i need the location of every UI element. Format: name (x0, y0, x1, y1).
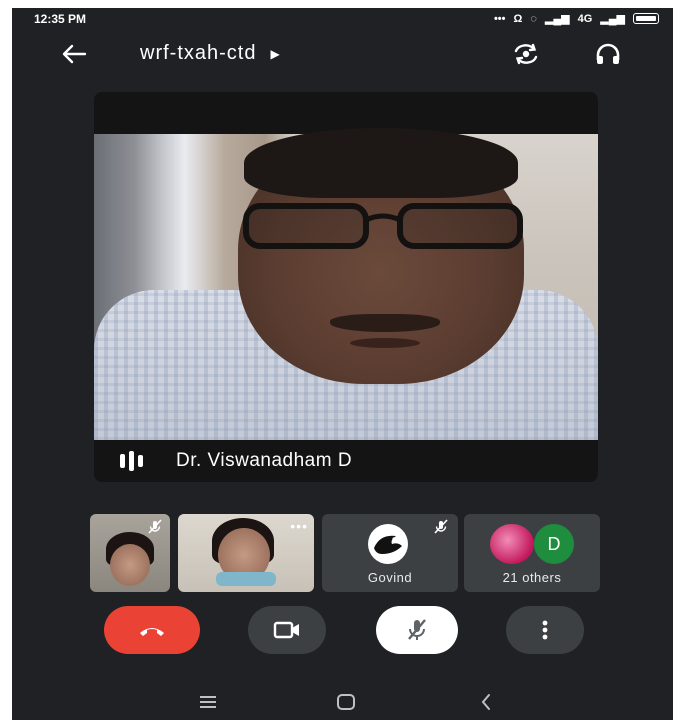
menu-icon (200, 696, 216, 708)
nav-back-button[interactable] (468, 690, 504, 714)
back-chevron-icon (481, 694, 490, 710)
avatar (368, 524, 408, 564)
meeting-title-button[interactable]: wrf-txah-ctd ▶ (140, 42, 281, 65)
speaker-video (94, 128, 598, 440)
audio-bars-icon (120, 451, 150, 471)
participant-mask (216, 572, 276, 586)
speaker-hair (244, 128, 518, 198)
video-camera-icon (273, 621, 299, 639)
participant-face (110, 544, 150, 586)
more-notifications-icon: ••• (493, 12, 506, 25)
alarm-icon: ◌ (530, 12, 537, 25)
speaker-name: Dr. Viswanadham D (176, 450, 353, 471)
participant-name: Govind (367, 570, 413, 585)
speaker-label-bar: Dr. Viswanadham D (94, 440, 598, 482)
participant-tile-2[interactable]: ••• (178, 514, 314, 592)
avatar-letter: D (534, 524, 574, 564)
mic-off-icon (408, 619, 426, 640)
main-video-tile[interactable]: Dr. Viswanadham D (94, 92, 598, 482)
more-vertical-icon (542, 620, 548, 640)
arrow-left-icon (62, 44, 87, 64)
participant-tile-1[interactable] (90, 514, 170, 592)
participant-tile-others[interactable]: D 21 others (464, 514, 600, 592)
participant-tile-govind[interactable]: Govind (322, 514, 458, 592)
meeting-code: wrf-txah-ctd (140, 42, 257, 64)
signal-icon-2: ▂▄▆ (600, 13, 625, 25)
mic-toggle-button[interactable] (376, 606, 458, 654)
headphones-icon (596, 43, 620, 64)
others-count: 21 others (502, 570, 562, 585)
group-avatar (490, 524, 534, 564)
status-icons: ••• Ω ◌ ▂▄▆ 4G ▂▄▆ (494, 12, 659, 25)
more-options-button[interactable] (506, 606, 584, 654)
status-bar: 12:35 PM ••• Ω ◌ ▂▄▆ 4G ▂▄▆ (12, 8, 673, 30)
hang-up-icon (140, 628, 164, 636)
meet-call-screen: 12:35 PM ••• Ω ◌ ▂▄▆ 4G ▂▄▆ wrf-txah-ctd… (12, 8, 673, 720)
switch-camera-button[interactable] (508, 38, 544, 70)
network-type: 4G (577, 12, 593, 25)
speaker-mouth (350, 338, 420, 348)
mic-off-icon (434, 519, 448, 534)
nav-home-button[interactable] (328, 690, 364, 714)
battery-icon (633, 13, 659, 24)
caret-right-icon: ▶ (270, 46, 281, 61)
headset-status-icon: Ω (513, 12, 523, 25)
audio-output-button[interactable] (590, 38, 626, 70)
speaker-mustache (330, 314, 440, 332)
switch-camera-icon (514, 43, 538, 65)
nav-menu-button[interactable] (190, 690, 226, 714)
system-nav-bar (12, 684, 673, 720)
back-button[interactable] (56, 38, 92, 70)
camera-toggle-button[interactable] (248, 606, 326, 654)
status-time: 12:35 PM (34, 12, 87, 26)
bird-logo-icon (374, 535, 402, 554)
top-bar: wrf-txah-ctd ▶ (12, 36, 673, 72)
mic-off-icon (148, 519, 162, 534)
signal-icon: ▂▄▆ (544, 13, 570, 25)
home-square-icon (337, 694, 355, 710)
more-options-icon[interactable]: ••• (290, 518, 308, 534)
glasses-shape (243, 203, 523, 249)
end-call-button[interactable] (104, 606, 200, 654)
